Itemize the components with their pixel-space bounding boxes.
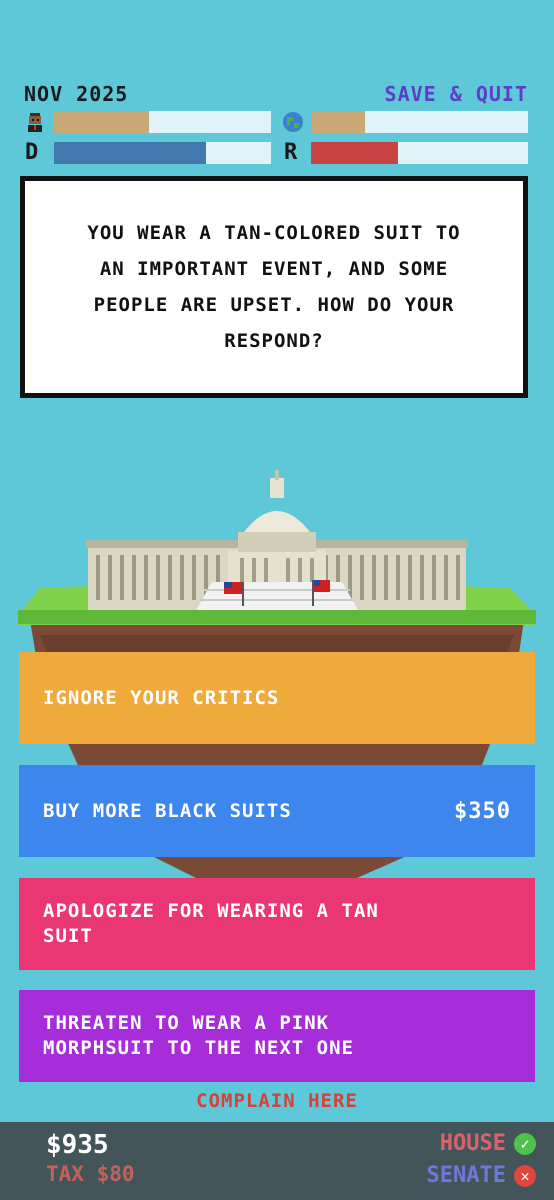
date-label: NOV 2025: [24, 82, 129, 106]
democrat-label: D: [25, 140, 39, 165]
globe-icon: [283, 112, 303, 132]
complain-link[interactable]: COMPLAIN HERE: [0, 1090, 554, 1112]
house-status: HOUSE ✓: [439, 1131, 536, 1156]
tax-amount: TAX $80: [46, 1162, 135, 1186]
republican-label: R: [284, 140, 298, 165]
event-prompt-text: YOU WEAR A TAN-COLORED SUIT TO AN IMPORT…: [87, 222, 461, 352]
x-icon: ✕: [514, 1165, 536, 1187]
world-approval-meter: [311, 111, 528, 133]
check-icon: ✓: [514, 1133, 536, 1155]
choice-label: THREATEN TO WEAR A PINK MORPHSUIT TO THE…: [43, 1012, 354, 1059]
choice-label: BUY MORE BLACK SUITS: [43, 799, 292, 822]
choice-buy-black-suits-button[interactable]: BUY MORE BLACK SUITS $350: [19, 765, 535, 857]
choice-cost: $350: [454, 798, 511, 824]
senate-status: SENATE ✕: [426, 1163, 536, 1188]
world-meter-fill: [311, 111, 366, 133]
choice-label: IGNORE YOUR CRITICS: [43, 686, 280, 709]
save-quit-button[interactable]: SAVE & QUIT: [385, 82, 528, 106]
money-balance: $935: [46, 1130, 109, 1160]
republican-meter: [311, 142, 528, 164]
person-icon: [28, 113, 42, 132]
personal-approval-meter: [54, 111, 271, 133]
choice-ignore-critics-button[interactable]: IGNORE YOUR CRITICS: [19, 652, 535, 744]
personal-meter-fill: [54, 111, 150, 133]
republican-meter-fill: [311, 142, 398, 164]
event-prompt-card: YOU WEAR A TAN-COLORED SUIT TO AN IMPORT…: [20, 176, 528, 398]
choice-apologize-button[interactable]: APOLOGIZE FOR WEARING A TAN SUIT: [19, 878, 535, 970]
democrat-meter-fill: [54, 142, 206, 164]
choice-threaten-morphsuit-button[interactable]: THREATEN TO WEAR A PINK MORPHSUIT TO THE…: [19, 990, 535, 1082]
democrat-meter: [54, 142, 271, 164]
house-label: HOUSE: [439, 1131, 506, 1156]
senate-label: SENATE: [426, 1163, 506, 1188]
choice-label: APOLOGIZE FOR WEARING A TAN SUIT: [43, 900, 379, 947]
